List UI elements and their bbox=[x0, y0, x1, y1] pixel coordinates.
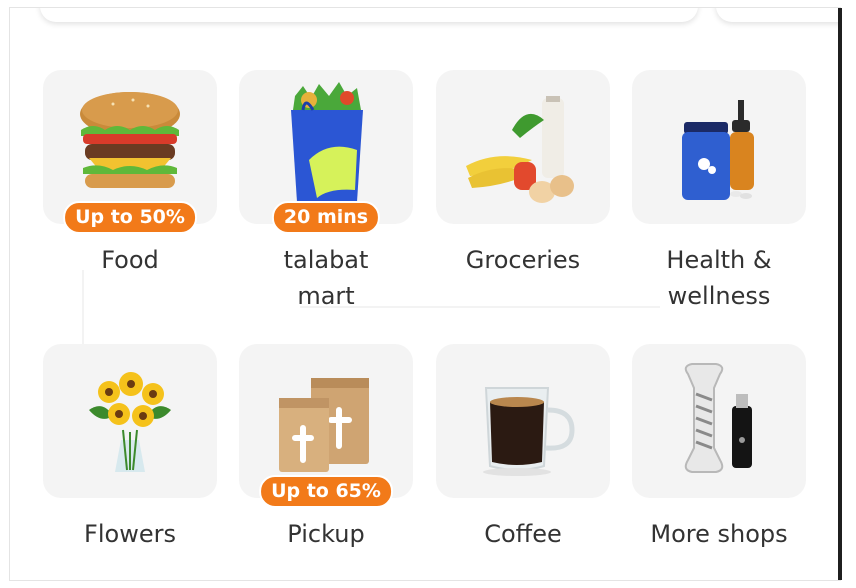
category-label-groceries: Groceries bbox=[465, 246, 581, 274]
tile-image bbox=[43, 344, 217, 498]
category-tile-coffee[interactable]: Coffee bbox=[436, 344, 610, 552]
badge-pickup: Up to 65% bbox=[259, 475, 393, 508]
tile-image: Up to 65% bbox=[239, 344, 413, 508]
produce-icon bbox=[466, 96, 574, 203]
top-card-secondary[interactable] bbox=[716, 8, 840, 22]
tile-image bbox=[632, 344, 806, 498]
category-tile-groceries[interactable]: Groceries bbox=[436, 70, 610, 278]
tile-image bbox=[436, 344, 610, 498]
tile-image bbox=[436, 70, 610, 224]
app-screen: Up to 50% Food 20 mins talabat mart Groc… bbox=[10, 8, 840, 580]
category-label-coffee: Coffee bbox=[484, 520, 562, 548]
tile-image: Up to 50% bbox=[43, 70, 217, 234]
category-tile-talabat-mart[interactable]: 20 mins talabat mart bbox=[239, 70, 413, 314]
supplements-icon bbox=[682, 100, 754, 200]
category-tile-more-shops[interactable]: More shops bbox=[632, 344, 806, 552]
category-label-talabat-mart: talabat mart bbox=[283, 246, 369, 310]
badge-talabat-mart: 20 mins bbox=[271, 201, 381, 234]
tile-image: 20 mins bbox=[239, 70, 413, 234]
category-tile-food[interactable]: Up to 50% Food bbox=[43, 70, 217, 278]
category-label-pickup: Pickup bbox=[287, 520, 365, 548]
category-tile-health-wellness[interactable]: Health & wellness bbox=[632, 70, 806, 314]
category-tile-flowers[interactable]: Flowers bbox=[43, 344, 217, 552]
category-label-more-shops: More shops bbox=[650, 520, 788, 548]
tile-image bbox=[632, 70, 806, 224]
top-card[interactable] bbox=[40, 8, 698, 22]
sunflower-bouquet-icon bbox=[89, 372, 171, 472]
screen-edge bbox=[838, 8, 842, 580]
divider bbox=[82, 270, 84, 350]
category-label-flowers: Flowers bbox=[84, 520, 176, 548]
category-tile-pickup[interactable]: Up to 65% Pickup bbox=[239, 344, 413, 552]
pet-toy-icon bbox=[684, 363, 752, 473]
category-label-food: Food bbox=[101, 246, 159, 274]
category-label-health-wellness: Health & wellness bbox=[666, 246, 772, 310]
badge-food: Up to 50% bbox=[63, 201, 197, 234]
coffee-cup-icon bbox=[483, 387, 575, 476]
